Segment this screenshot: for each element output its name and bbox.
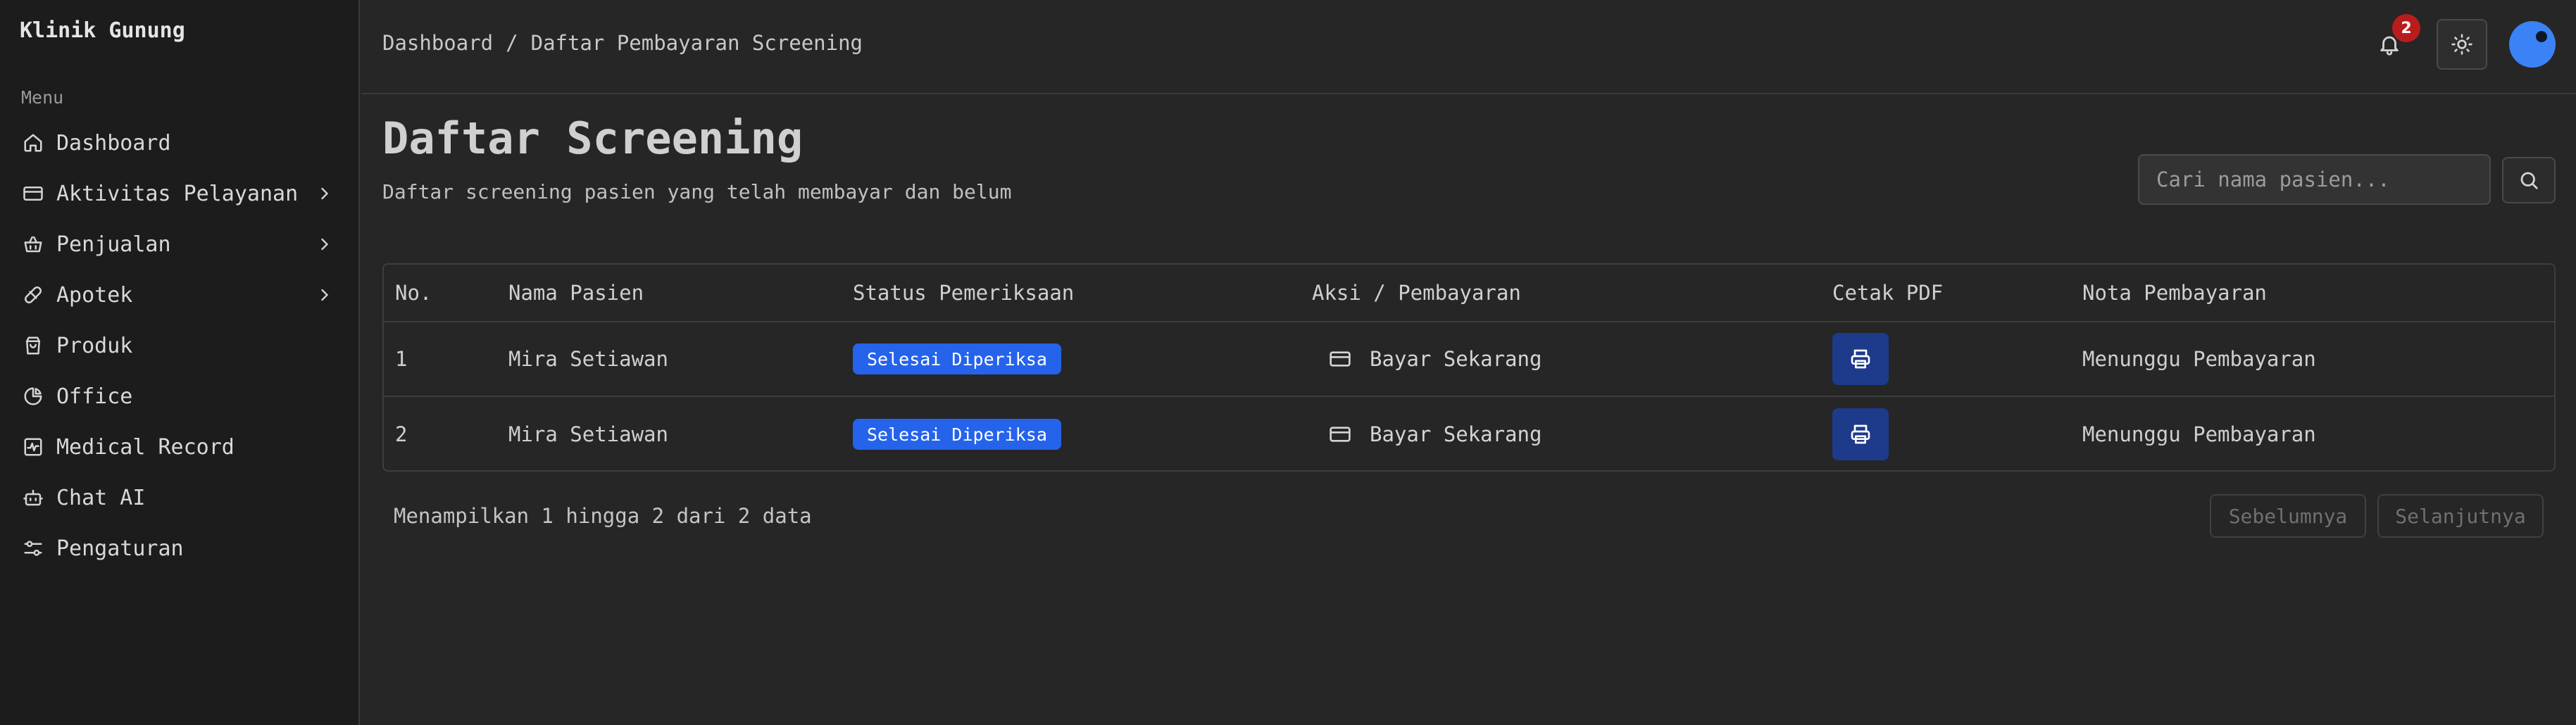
pay-now-label: Bayar Sekarang [1370,347,1542,371]
action-cell: Bayar Sekarang [1312,397,1542,470]
activity-square-icon [21,435,45,459]
row-number: 1 [395,347,408,371]
sidebar-item-label: Produk [56,333,133,358]
sun-icon [2451,33,2473,56]
home-icon [21,131,45,155]
avatar-status-dot [2536,31,2547,42]
status-badge: Selesai Diperiksa [853,343,1061,374]
credit-card-icon [1329,423,1351,446]
column-header-nama-pasien: Nama Pasien [508,281,644,305]
top-header: Dashboard / Daftar Pembayaran Screening [361,0,2576,94]
breadcrumb: Dashboard / Daftar Pembayaran Screening [382,31,863,55]
patient-name: Mira Setiawan [508,422,668,446]
printer-icon [1849,423,1872,446]
status-badge: Selesai Diperiksa [853,419,1061,450]
sidebar-item-label: Apotek [56,282,133,308]
sidebar-item-label: Aktivitas Pelayanan [56,181,299,206]
sidebar-nav: Dashboard Aktivitas Pelayanan Penjualan [0,118,360,574]
print-pdf-button[interactable] [1832,333,1889,385]
notification-badge: 2 [2392,14,2420,42]
search-input[interactable] [2138,154,2491,205]
payment-note: Menunggu Pembayaran [2082,422,2316,446]
sidebar-item-label: Medical Record [56,434,235,460]
sidebar-item-aktivitas-pelayanan[interactable]: Aktivitas Pelayanan [0,168,360,219]
chevron-right-icon [315,184,334,203]
chevron-right-icon [315,234,334,254]
screening-table: No. Nama Pasien Status Pemeriksaan Aksi … [382,263,2556,472]
column-header-cetak-pdf: Cetak PDF [1832,281,1944,305]
pagination-info: Menampilkan 1 hingga 2 dari 2 data [394,504,812,528]
breadcrumb-separator: / [506,31,518,55]
pill-icon [21,283,45,307]
page-subtitle: Daftar screening pasien yang telah memba… [382,180,1012,203]
patient-name: Mira Setiawan [508,347,668,371]
sidebar-item-pengaturan[interactable]: Pengaturan [0,523,360,574]
sidebar-item-label: Pengaturan [56,536,184,561]
breadcrumb-home[interactable]: Dashboard [382,31,493,55]
column-header-status: Status Pemeriksaan [853,281,1075,305]
brand-name[interactable]: Klinik Gunung [20,18,185,43]
sidebar-item-label: Penjualan [56,232,171,257]
table-header-row: No. Nama Pasien Status Pemeriksaan Aksi … [384,265,2554,322]
sidebar-item-label: Office [56,384,133,409]
previous-page-button[interactable]: Sebelumnya [2210,494,2366,538]
payment-note: Menunggu Pembayaran [2082,347,2316,371]
column-header-nota: Nota Pembayaran [2082,281,2267,305]
print-pdf-button[interactable] [1832,408,1889,460]
sidebar-item-label: Chat AI [56,485,146,510]
sidebar-item-produk[interactable]: Produk [0,320,360,371]
search-button[interactable] [2502,157,2556,203]
pay-now-button[interactable]: Bayar Sekarang [1312,422,1542,446]
status-cell: Selesai Diperiksa [853,397,1061,470]
breadcrumb-current: Daftar Pembayaran Screening [530,31,863,55]
avatar[interactable] [2509,21,2556,68]
basket-icon [21,232,45,256]
sidebar-item-office[interactable]: Office [0,371,360,422]
sidebar-item-chat-ai[interactable]: Chat AI [0,472,360,523]
column-header-no: No. [395,281,432,305]
chevron-right-icon [315,285,334,305]
pdf-cell [1832,322,1889,396]
pay-now-button[interactable]: Bayar Sekarang [1312,347,1542,371]
next-page-button[interactable]: Selanjutnya [2377,494,2544,538]
pie-chart-icon [21,384,45,408]
printer-icon [1849,348,1872,370]
menu-caption: Menu [21,87,64,108]
sidebar-item-medical-record[interactable]: Medical Record [0,422,360,472]
sidebar-item-penjualan[interactable]: Penjualan [0,219,360,270]
bot-icon [21,486,45,510]
page-title: Daftar Screening [382,113,804,164]
theme-toggle-button[interactable] [2437,19,2487,70]
pdf-cell [1832,397,1889,470]
sidebar-item-label: Dashboard [56,130,171,156]
credit-card-icon [1329,348,1351,370]
search-icon [2518,170,2539,191]
status-cell: Selesai Diperiksa [853,322,1061,396]
table-row: 2 Mira Setiawan Selesai Diperiksa Bayar … [384,397,2554,470]
settings-sliders-icon [21,536,45,560]
sidebar-item-dashboard[interactable]: Dashboard [0,118,360,168]
credit-card-icon [21,182,45,206]
row-number: 2 [395,422,408,446]
action-cell: Bayar Sekarang [1312,322,1542,396]
pay-now-label: Bayar Sekarang [1370,422,1542,446]
column-header-aksi: Aksi / Pembayaran [1312,281,1521,305]
shopping-bag-icon [21,334,45,358]
sidebar: Klinik Gunung Menu Dashboard Aktivitas P… [0,0,360,725]
table-row: 1 Mira Setiawan Selesai Diperiksa Bayar … [384,322,2554,397]
sidebar-item-apotek[interactable]: Apotek [0,270,360,320]
